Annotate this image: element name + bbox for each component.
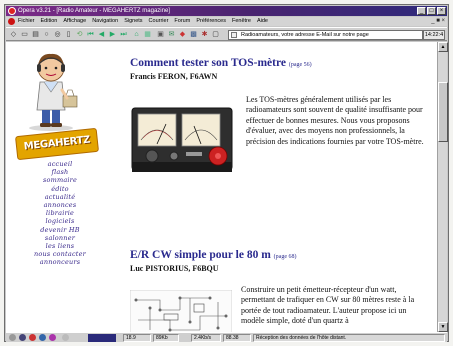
opera-app-icon[interactable]: [8, 7, 16, 15]
status-size: 89Kb: [153, 334, 179, 342]
status-bar: 18.9 89Kb 2.4Kb/s 88.38 Réception des do…: [6, 332, 447, 342]
menu-signets[interactable]: Signets: [124, 17, 142, 26]
menu-preferences[interactable]: Préférences: [196, 17, 226, 26]
maximize-button[interactable]: □: [427, 7, 436, 15]
article-summary: Construire un petit émetteur-récepteur d…: [241, 285, 415, 326]
address-field[interactable]: Radioamateurs, votre adresse E-Mail sur …: [228, 30, 423, 40]
nav-link-librairie[interactable]: librairie: [6, 209, 114, 217]
vertical-scrollbar[interactable]: ▲ ▼: [437, 42, 448, 332]
images-icon[interactable]: ▩: [189, 30, 198, 39]
window-title: Opera v3.21 - [Radio Amateur - MEGAHERTZ…: [18, 8, 170, 14]
hotlist-icon[interactable]: ◎: [53, 30, 62, 39]
status-time: 18.9: [123, 334, 151, 342]
nav-link-flash[interactable]: flash: [6, 168, 114, 176]
status-page-icon[interactable]: [9, 334, 16, 341]
clock: 14:22:4: [423, 30, 445, 40]
find-icon[interactable]: ○: [42, 30, 51, 39]
article-page-ref: (page 68): [273, 254, 297, 260]
settings-icon[interactable]: ✱: [200, 30, 209, 39]
sidebar: MEGAHERTZ accueil flash sommaire édito a…: [6, 42, 114, 332]
nav-link-salonner[interactable]: salonner: [6, 234, 114, 242]
save-icon[interactable]: ▭: [20, 30, 29, 39]
sidebar-nav: accueil flash sommaire édito actualité a…: [6, 160, 114, 267]
status-speed: 2.4Kb/s: [191, 334, 221, 342]
menu-fichier[interactable]: Fichier: [18, 17, 35, 26]
menu-forum[interactable]: Forum: [174, 17, 190, 26]
stop-icon[interactable]: ▢: [211, 30, 220, 39]
reload-icon[interactable]: ⟲: [75, 30, 84, 39]
status-percent: 88.38: [223, 334, 251, 342]
article-page-ref: (page 56): [288, 62, 312, 68]
article-title[interactable]: E/R CW simple pour le 80 m (page 68): [130, 249, 430, 261]
home-icon[interactable]: ⌂: [132, 30, 141, 39]
scroll-up-icon[interactable]: ▲: [438, 42, 448, 52]
status-sound-icon[interactable]: [49, 334, 56, 341]
status-message: Réception des données de l'hôte distant.: [253, 334, 445, 342]
article-author: Luc PISTORIUS, F6BQU: [130, 264, 219, 273]
mail-icon[interactable]: ✉: [167, 30, 176, 39]
minimize-button[interactable]: _: [417, 7, 426, 15]
last-icon[interactable]: ⏭: [119, 30, 128, 39]
back-icon[interactable]: ◀: [97, 30, 106, 39]
first-icon[interactable]: ⏮: [86, 30, 95, 39]
print-preview-icon[interactable]: ▣: [156, 30, 165, 39]
menu-edition[interactable]: Edition: [41, 17, 58, 26]
article-title[interactable]: Comment tester son TOS-mètre (page 56): [130, 57, 430, 69]
nav-link-annonces[interactable]: annonces: [6, 201, 114, 209]
menu-courrier[interactable]: Courrier: [149, 17, 169, 26]
menu-aide[interactable]: Aide: [257, 17, 268, 26]
scroll-thumb[interactable]: [438, 82, 448, 142]
status-stop-icon[interactable]: [29, 334, 36, 341]
mascot-image: [29, 53, 78, 131]
toolbar: ◇ ▭ ▤ ○ ◎ ▯ ⟲ ⏮ ◀ ▶ ⏭ ⌂ ▦ ▣ ✉ ◆ ▩ ✱ ▢ Ra…: [6, 27, 447, 41]
status-images-icon[interactable]: [39, 334, 46, 341]
bookmark-icon[interactable]: ◆: [178, 30, 187, 39]
page-content: MEGAHERTZ accueil flash sommaire édito a…: [6, 42, 437, 332]
address-text: Radioamateurs, votre adresse E-Mail sur …: [241, 32, 369, 38]
document-window-controls[interactable]: _ ■ ×: [431, 17, 445, 26]
nav-link-edito[interactable]: édito: [6, 185, 114, 193]
open-icon[interactable]: ◇: [9, 30, 18, 39]
page-icon: [231, 32, 237, 38]
menu-fenetre[interactable]: Fenêtre: [232, 17, 251, 26]
menu-affichage[interactable]: Affichage: [63, 17, 86, 26]
main-column: Comment tester son TOS-mètre (page 56) F…: [126, 42, 437, 332]
menu-navigation[interactable]: Navigation: [92, 17, 118, 26]
swr-meter-photo: [126, 90, 240, 186]
title-bar: Opera v3.21 - [Radio Amateur - MEGAHERTZ…: [6, 6, 447, 16]
nav-link-accueil[interactable]: accueil: [6, 160, 114, 168]
nav-link-nous-contacter[interactable]: nous contacter: [6, 250, 114, 258]
window-controls: _ □ ×: [417, 7, 446, 15]
status-progress-icon: [62, 334, 69, 341]
nav-link-les-liens[interactable]: les liens: [6, 242, 114, 250]
forward-icon[interactable]: ▶: [108, 30, 117, 39]
menu-bar: Fichier Edition Affichage Navigation Sig…: [6, 17, 447, 26]
nav-link-logiciels[interactable]: logiciels: [6, 217, 114, 225]
article-title-text[interactable]: Comment tester son TOS-mètre: [130, 57, 286, 69]
article-summary: Les TOS-mètres généralement utilisés par…: [246, 95, 424, 146]
nav-link-annonceurs[interactable]: annonceurs: [6, 258, 114, 266]
nav-link-devenir-hb[interactable]: devenir HB: [6, 226, 114, 234]
nav-link-actualite[interactable]: actualité: [6, 193, 114, 201]
new-window-icon[interactable]: ▯: [64, 30, 73, 39]
article-title-text[interactable]: E/R CW simple pour le 80 m: [130, 249, 271, 261]
circuit-board-image: [130, 290, 232, 332]
close-button[interactable]: ×: [437, 7, 446, 15]
zoom-icon[interactable]: ▦: [143, 30, 152, 39]
browser-window: Opera v3.21 - [Radio Amateur - MEGAHERTZ…: [4, 4, 449, 342]
scroll-down-icon[interactable]: ▼: [438, 322, 448, 332]
megahertz-logo[interactable]: MEGAHERTZ: [14, 127, 100, 161]
article-author: Francis FERON, F6AWN: [130, 72, 218, 81]
nav-link-sommaire[interactable]: sommaire: [6, 176, 114, 184]
print-icon[interactable]: ▤: [31, 30, 40, 39]
document-icon[interactable]: [8, 18, 15, 25]
status-mail-icon[interactable]: [19, 334, 26, 341]
status-progress-bar: [88, 334, 116, 342]
